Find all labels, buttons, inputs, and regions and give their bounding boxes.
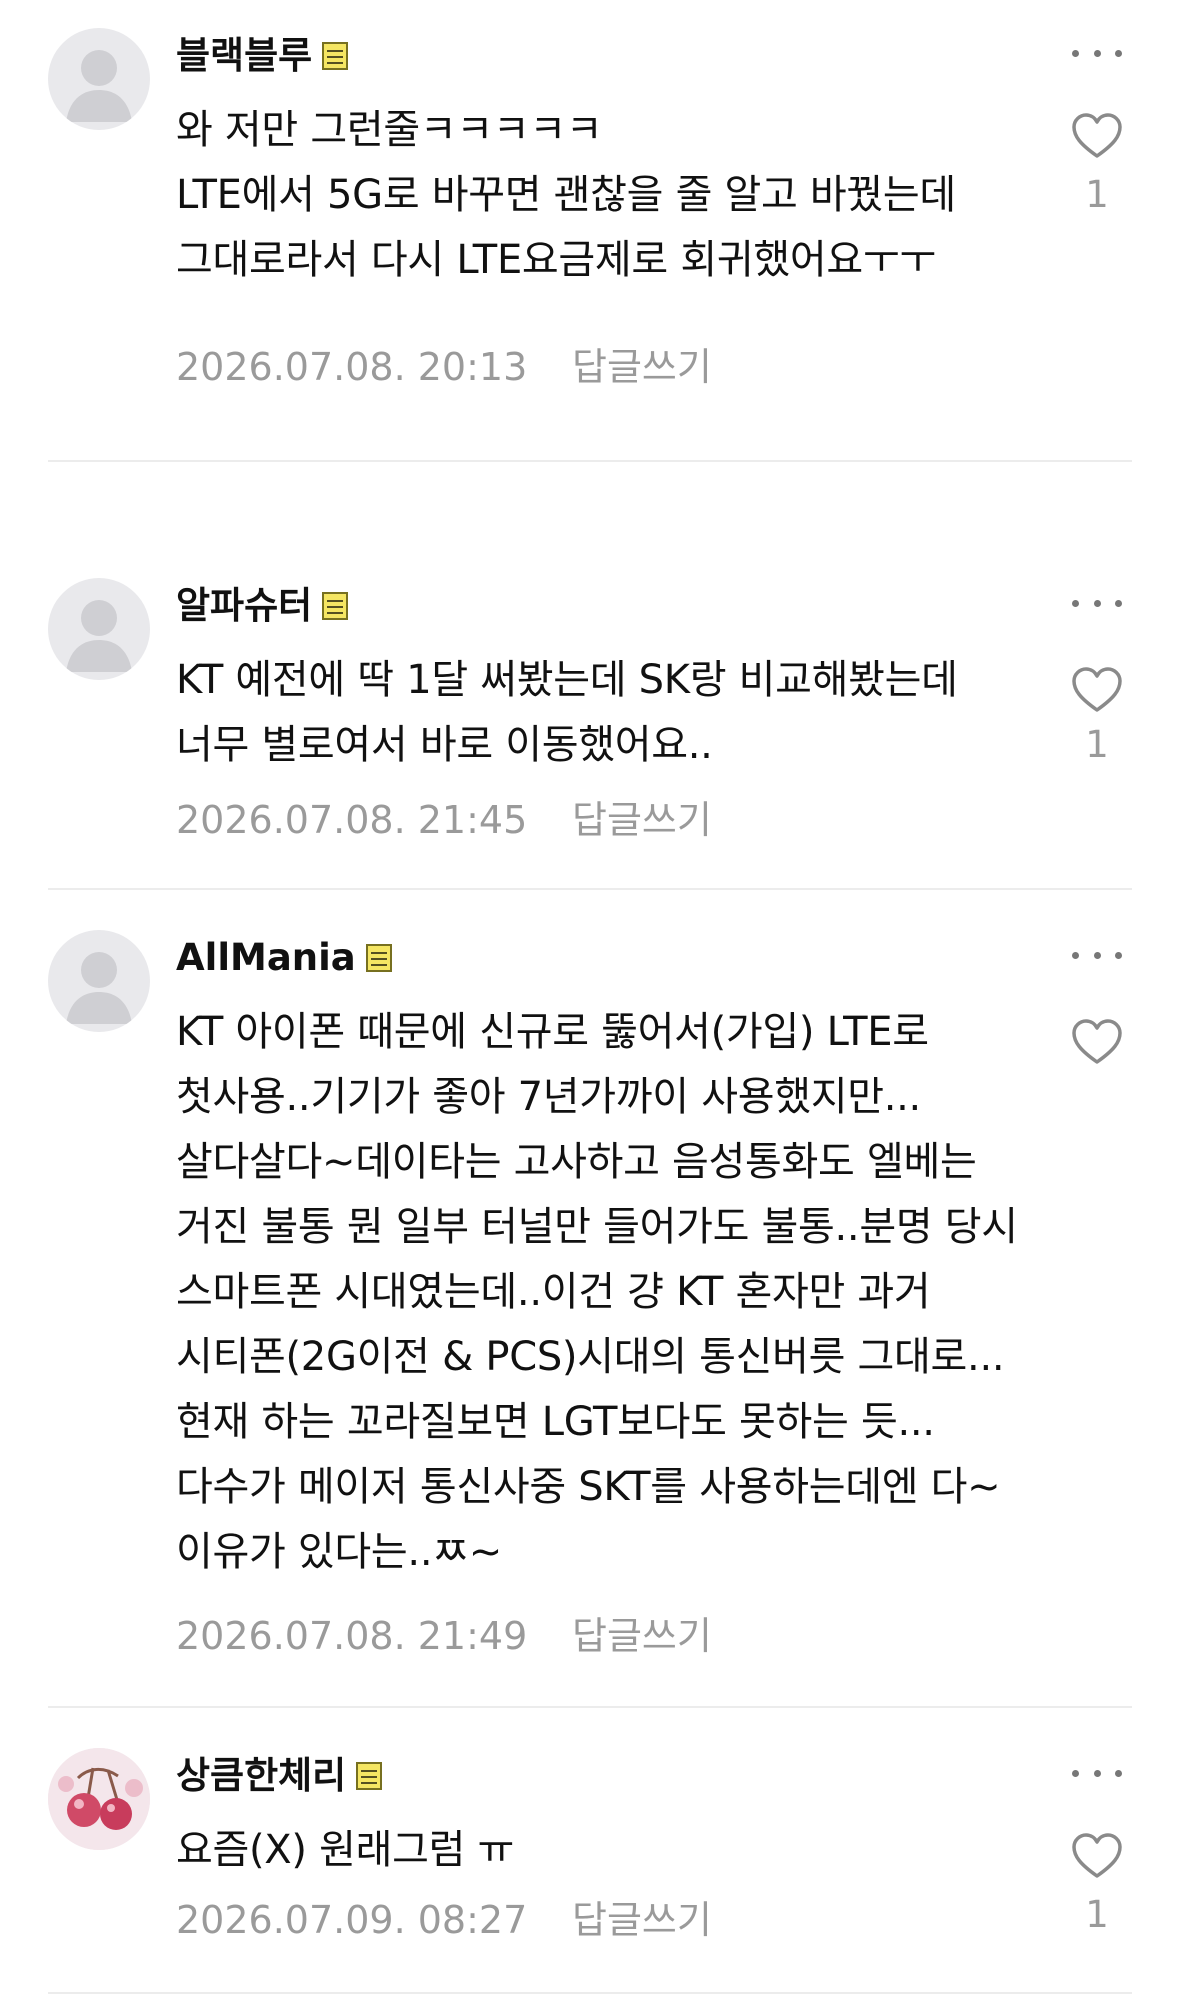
dot-icon (1093, 49, 1101, 57)
dot-icon (1115, 49, 1122, 57)
divider (48, 1992, 1132, 1994)
dot-icon (1072, 599, 1079, 607)
default-profile-icon[interactable] (48, 28, 150, 130)
comment-author[interactable]: AllMania (176, 936, 392, 980)
like-count: 1 (1085, 1893, 1109, 1936)
comment-item: 상큼한체리 요즘(X) 원래그럼 ㅠ 2026.07.09. 08:27 답글쓰… (0, 1748, 1178, 1998)
comment-text: KT 아이폰 때문에 신규로 뚫어서(가입) LTE로 첫사용..기기가 좋아 … (176, 1009, 1031, 1575)
comment-date: 2026.07.09. 08:27 (176, 1898, 528, 1942)
membership-badge-icon (365, 944, 392, 972)
dot-icon (1093, 1769, 1101, 1777)
membership-badge-icon (322, 592, 349, 620)
reply-button[interactable]: 답글쓰기 (572, 1898, 712, 1942)
dot-icon (1115, 951, 1122, 959)
comment-date: 2026.07.08. 20:13 (176, 345, 528, 389)
reply-button[interactable]: 답글쓰기 (572, 345, 712, 389)
heart-icon[interactable] (1070, 1832, 1124, 1880)
author-name[interactable]: 상큼한체리 (176, 1754, 346, 1798)
divider (48, 888, 1132, 890)
like-count: 1 (1085, 173, 1109, 216)
dot-icon (1093, 951, 1101, 959)
heart-icon[interactable] (1070, 666, 1124, 714)
author-name[interactable]: 블랙블루 (176, 34, 312, 78)
comment-text: 요즘(X) 원래그럼 ㅠ (176, 1827, 515, 1873)
reply-button[interactable]: 답글쓰기 (572, 1614, 712, 1658)
comment-text: KT 예전에 딱 1달 써봤는데 SK랑 비교해봤는데 너무 별로여서 바로 이… (176, 657, 971, 768)
divider (48, 1706, 1132, 1708)
more-options-button[interactable] (1072, 1758, 1122, 1788)
comment-item: 알파슈터 KT 예전에 딱 1달 써봤는데 SK랑 비교해봤는데 너무 별로여서… (0, 578, 1178, 848)
dot-icon (1072, 1769, 1079, 1777)
default-profile-icon[interactable] (48, 578, 150, 680)
heart-icon[interactable] (1070, 1018, 1124, 1066)
dot-icon (1115, 599, 1122, 607)
heart-icon[interactable] (1070, 112, 1124, 160)
membership-badge-icon (356, 1762, 383, 1790)
more-options-button[interactable] (1072, 588, 1122, 618)
dot-icon (1093, 599, 1101, 607)
dot-icon (1072, 49, 1079, 57)
comment-author[interactable]: 상큼한체리 (176, 1754, 383, 1798)
comment-item: 블랙블루 와 저만 그런줄ㅋㅋㅋㅋㅋ LTE에서 5G로 바꾸면 괜찮을 줄 알… (0, 28, 1178, 408)
like-count: 1 (1085, 723, 1109, 766)
author-name[interactable]: 알파슈터 (176, 584, 312, 628)
reply-button[interactable]: 답글쓰기 (572, 798, 712, 842)
more-options-button[interactable] (1072, 940, 1122, 970)
default-profile-icon[interactable] (48, 930, 150, 1032)
comment-author[interactable]: 알파슈터 (176, 584, 349, 628)
dot-icon (1115, 1769, 1122, 1777)
comment-author[interactable]: 블랙블루 (176, 34, 349, 78)
cherry-profile-image[interactable] (48, 1748, 150, 1850)
comment-date: 2026.07.08. 21:45 (176, 798, 528, 842)
comment-text: 와 저만 그런줄ㅋㅋㅋㅋㅋ LTE에서 5G로 바꾸면 괜찮을 줄 알고 바꿨는… (176, 107, 956, 283)
divider (48, 460, 1132, 462)
comment-date: 2026.07.08. 21:49 (176, 1614, 528, 1658)
membership-badge-icon (322, 42, 349, 70)
dot-icon (1072, 951, 1079, 959)
comment-list: 블랙블루 와 저만 그런줄ㅋㅋㅋㅋㅋ LTE에서 5G로 바꾸면 괜찮을 줄 알… (0, 0, 1178, 1998)
more-options-button[interactable] (1072, 38, 1122, 68)
author-name[interactable]: AllMania (176, 936, 356, 980)
comment-item: AllMania KT 아이폰 때문에 신규로 뚫어서(가입) LTE로 첫사용… (0, 930, 1178, 1670)
